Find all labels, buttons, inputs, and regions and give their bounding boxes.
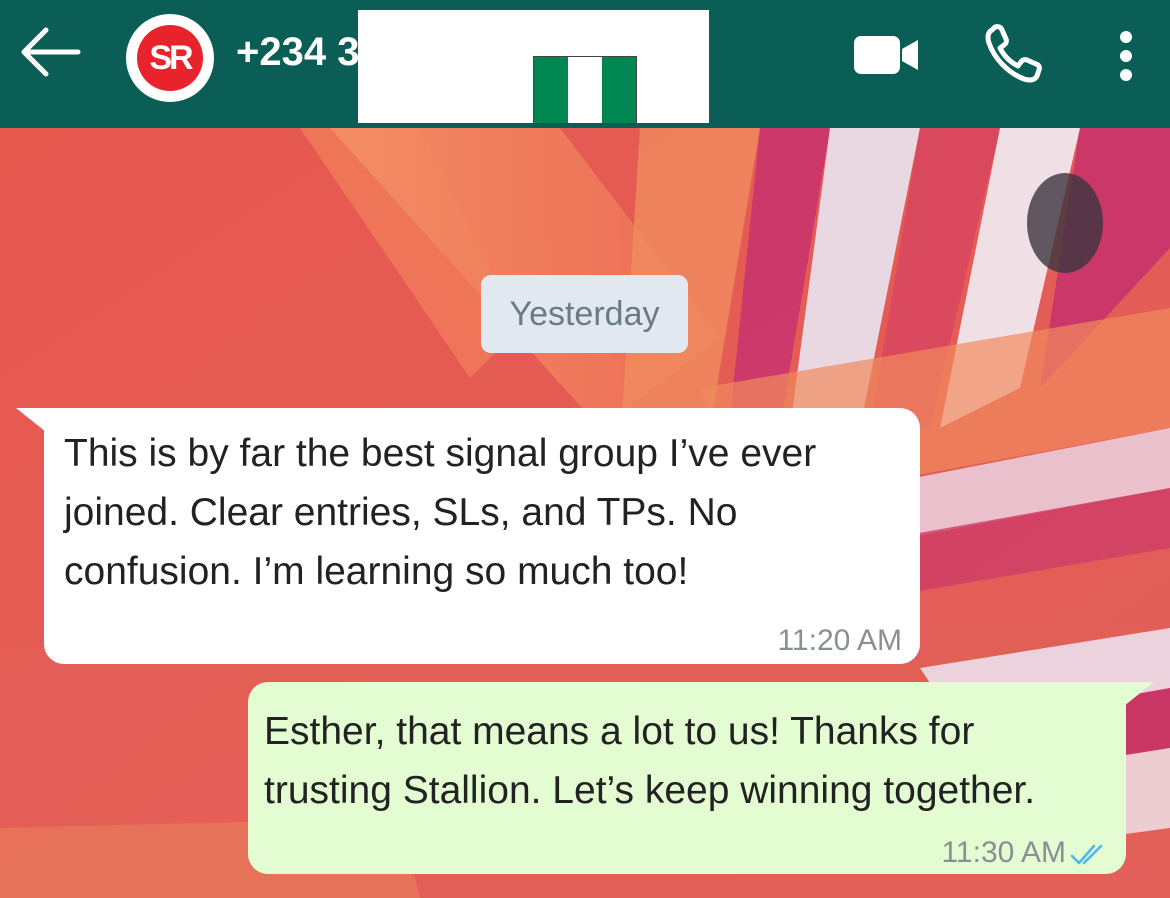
message-timestamp: 11:20 AM bbox=[777, 624, 902, 657]
back-arrow-icon[interactable] bbox=[18, 24, 84, 80]
voice-call-icon[interactable] bbox=[984, 24, 1044, 84]
message-timestamp: 11:30 AM bbox=[941, 836, 1066, 869]
date-divider: Yesterday bbox=[481, 275, 688, 353]
incoming-message[interactable]: This is by far the best signal group I’v… bbox=[44, 408, 920, 664]
outgoing-message[interactable]: Esther, that means a lot to us! Thanks f… bbox=[248, 682, 1126, 874]
chat-header: SR +234 3 bbox=[0, 0, 1170, 128]
avatar-badge: SR bbox=[137, 25, 203, 91]
outgoing-bubble-tail bbox=[1124, 682, 1154, 706]
more-options-icon[interactable] bbox=[1114, 28, 1138, 84]
avatar-initials: SR bbox=[149, 39, 193, 77]
incoming-bubble-tail bbox=[16, 408, 46, 432]
message-text: This is by far the best signal group I’v… bbox=[64, 432, 817, 593]
avatar[interactable]: SR bbox=[126, 14, 214, 102]
nigeria-flag-icon bbox=[534, 57, 636, 123]
read-receipt-icon bbox=[1070, 844, 1103, 865]
video-call-icon[interactable] bbox=[852, 32, 922, 78]
message-text: Esther, that means a lot to us! Thanks f… bbox=[264, 710, 1036, 812]
contact-name[interactable]: +234 3 bbox=[236, 24, 359, 80]
